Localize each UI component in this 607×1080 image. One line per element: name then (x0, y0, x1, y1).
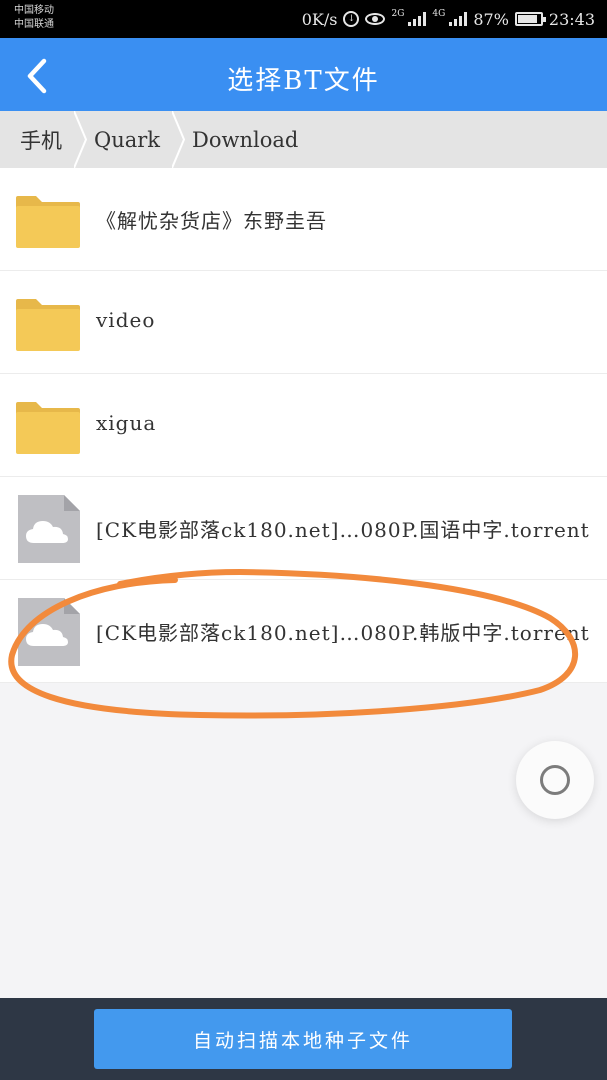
list-item-label: [CK电影部落ck180.net]…080P.国语中字.torrent (96, 518, 590, 542)
network-4g-label: 4G (432, 9, 446, 19)
file-list: 《解忧杂货店》东野圭吾 video xigua [CK电影部落ck180.net… (0, 168, 607, 683)
breadcrumb-item-phone[interactable]: 手机 (0, 111, 74, 168)
list-item[interactable]: 《解忧杂货店》东野圭吾 (0, 168, 607, 271)
status-bar: 中国移动 中国联通 0K/s ↓ 2G 4G 87% 23:43 (0, 0, 607, 38)
status-indicators: 0K/s ↓ 2G 4G 87% 23:43 (302, 9, 595, 29)
breadcrumb-item-quark[interactable]: Quark (88, 111, 172, 168)
carrier-info: 中国移动 中国联通 (14, 4, 54, 32)
list-item-label: xigua (96, 411, 157, 435)
battery-percent: 87% (473, 9, 509, 29)
breadcrumb-separator-icon (172, 111, 186, 168)
network-speed: 0K/s (301, 9, 338, 29)
clock: 23:43 (548, 9, 595, 29)
list-item-label: 《解忧杂货店》东野圭吾 (96, 209, 327, 233)
list-item-label: [CK电影部落ck180.net]…080P.韩版中字.torrent (96, 621, 590, 645)
torrent-file-icon (16, 598, 80, 666)
circle-icon (540, 765, 570, 795)
list-item[interactable]: xigua (0, 374, 607, 477)
bottom-bar: 自动扫描本地种子文件 (0, 998, 607, 1080)
carrier-1: 中国移动 (14, 5, 54, 16)
list-item[interactable]: video (0, 271, 607, 374)
eye-icon (365, 13, 386, 25)
hd-call-icon: ↓ (343, 11, 360, 27)
breadcrumb: 手机 Quark Download (0, 111, 607, 168)
list-item[interactable]: [CK电影部落ck180.net]…080P.韩版中字.torrent (0, 580, 607, 683)
folder-icon (16, 188, 80, 252)
network-2g-label: 2G (391, 9, 405, 19)
auto-scan-button[interactable]: 自动扫描本地种子文件 (94, 1009, 512, 1069)
folder-icon (16, 394, 80, 458)
signal-icon (449, 12, 468, 26)
breadcrumb-separator-icon (74, 111, 88, 168)
folder-icon (16, 291, 80, 355)
list-item-label: video (96, 308, 156, 332)
battery-icon (514, 12, 546, 26)
list-item[interactable]: [CK电影部落ck180.net]…080P.国语中字.torrent (0, 477, 607, 580)
app-header: 选择BT文件 (0, 38, 607, 111)
signal-icon (408, 12, 427, 26)
carrier-2: 中国联通 (14, 19, 54, 30)
breadcrumb-item-download[interactable]: Download (186, 111, 310, 168)
page-title: 选择BT文件 (227, 66, 380, 96)
torrent-file-icon (16, 495, 80, 563)
floating-button[interactable] (516, 741, 594, 819)
